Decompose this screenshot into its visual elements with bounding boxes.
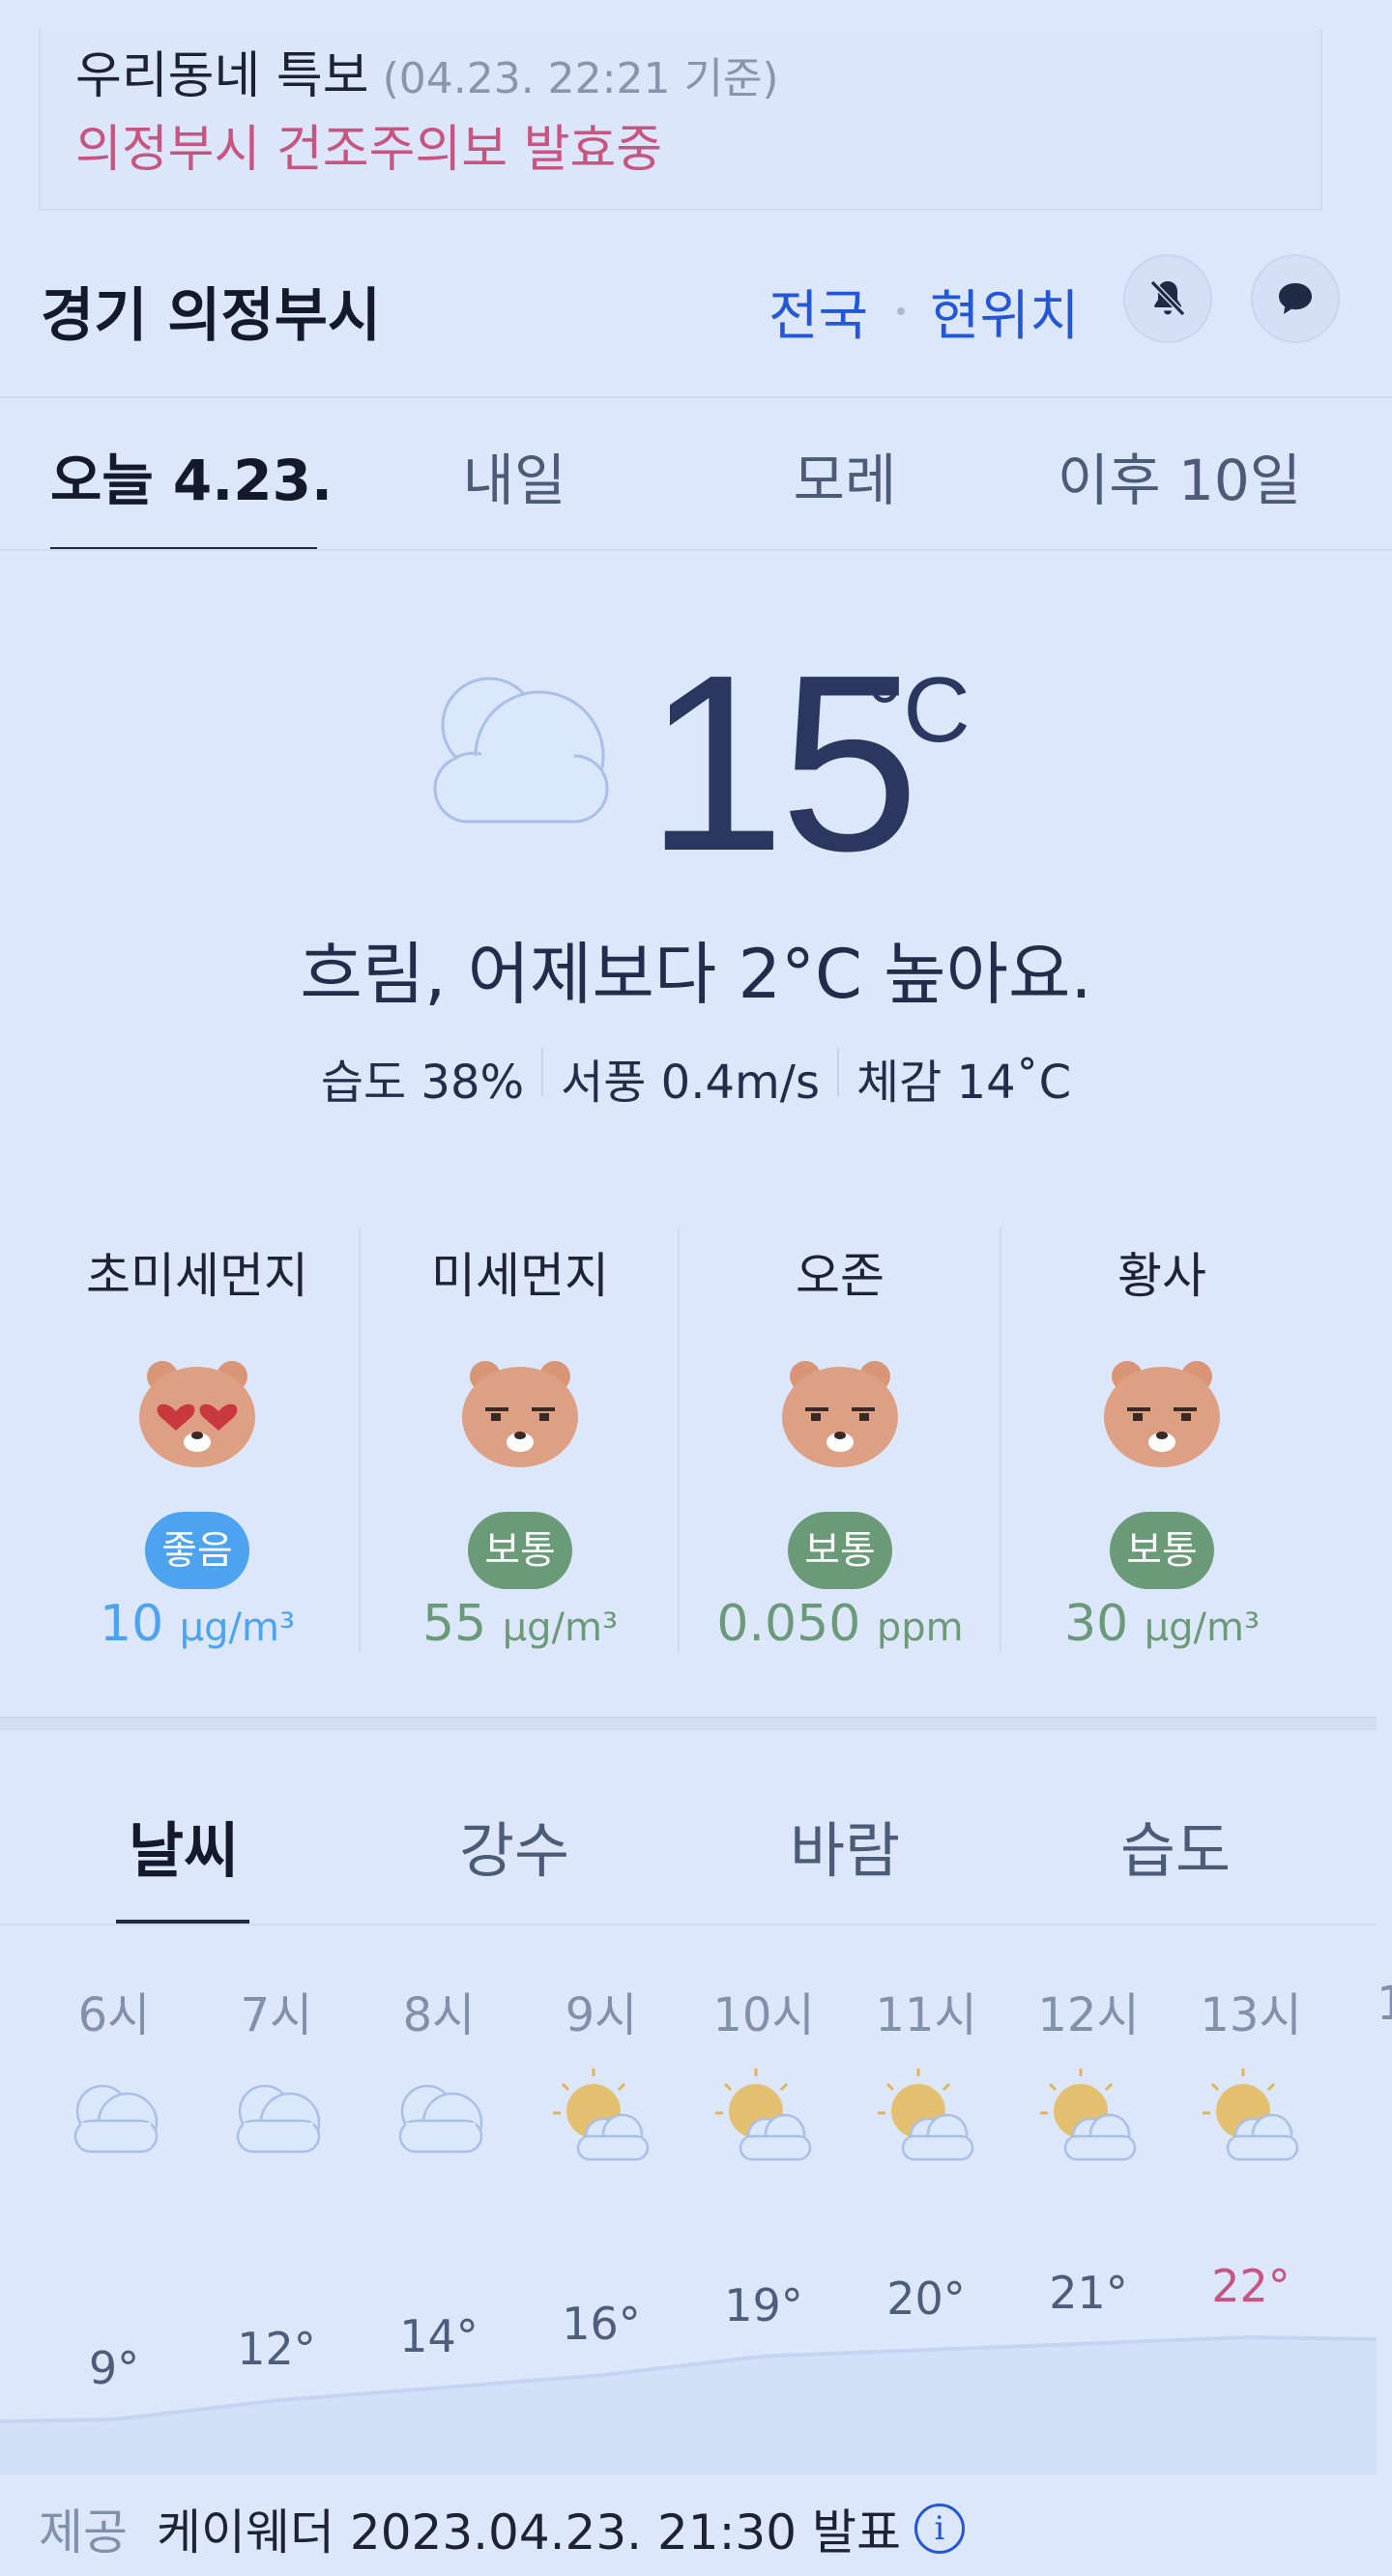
alert-text[interactable]: 의정부시 건조주의보 발효중 [75, 108, 662, 181]
cloud-icon [387, 2067, 491, 2163]
partly-sunny-icon [549, 2067, 653, 2163]
aq-unit: μg/m³ [179, 1606, 296, 1650]
temperature-graph [0, 2334, 1377, 2475]
aq-title: 미세먼지 [431, 1248, 609, 1304]
aq-value: 55 μg/m³ [360, 1595, 681, 1653]
heart-eyes-face-icon [139, 1361, 255, 1467]
tab-weather[interactable]: 날씨 [97, 1802, 271, 1889]
alarm-button[interactable] [1123, 254, 1212, 343]
cloud-icon [433, 677, 609, 824]
aq-value: 30 μg/m³ [1001, 1595, 1322, 1653]
bell-off-icon [1149, 279, 1186, 317]
hour-label: 9시 [565, 1988, 638, 2042]
footer: 제공 케이웨더 2023.04.23. 21:30 발표 i [39, 2494, 965, 2563]
tab-tomorrow[interactable]: 내일 [406, 435, 623, 516]
details-separator [836, 1048, 839, 1096]
aq-value: 10 μg/m³ [37, 1595, 358, 1653]
aq-number: 30 [1063, 1595, 1129, 1653]
location-title: 경기 의정부시 [41, 282, 382, 350]
air-quality-ozone[interactable]: 오존 보통 0.050 ppm [680, 1237, 1000, 1653]
aq-status-badge: 보통 [468, 1512, 572, 1589]
aq-unit: μg/m³ [502, 1606, 619, 1650]
aq-status-badge: 보통 [788, 1512, 892, 1589]
aq-status-badge: 보통 [1110, 1512, 1214, 1589]
tab-next-10-days[interactable]: 이후 10일 [1044, 435, 1315, 516]
tab-day-after-tomorrow[interactable]: 모레 [737, 435, 953, 516]
air-quality-ultrafine-dust[interactable]: 초미세먼지 좋음 10 μg/m³ [37, 1237, 358, 1653]
partly-sunny-icon [1199, 2067, 1303, 2163]
nav-separator-dot [897, 307, 905, 315]
weather-details: 습도 38% 서풍 0.4m/s 체감 14˚C [0, 1044, 1392, 1112]
cloud-icon [62, 2067, 166, 2163]
forecast-tabs-divider [0, 1924, 1377, 1925]
nationwide-link[interactable]: 전국 [768, 273, 868, 351]
hour-label: 11시 [875, 1988, 977, 2042]
chat-icon [1279, 283, 1312, 314]
partly-sunny-icon [874, 2067, 978, 2163]
feels-like-value: 체감 14˚C [856, 1056, 1072, 1110]
current-location-link[interactable]: 현위치 [930, 273, 1080, 351]
neutral-face-icon [462, 1361, 578, 1467]
temperature-area [0, 2337, 1377, 2475]
info-icon[interactable]: i [914, 2504, 965, 2554]
hour-label: 12시 [1037, 1988, 1140, 2042]
section-divider-band [0, 1717, 1377, 1730]
header-divider [0, 396, 1392, 398]
neutral-face-icon [1104, 1361, 1220, 1467]
day-tabs-divider [0, 549, 1392, 551]
hour-label: 6시 [77, 1988, 151, 2042]
neutral-face-icon [782, 1361, 898, 1467]
cloud-icon [224, 2067, 329, 2163]
alert-title-text: 우리동네 특보 [75, 47, 369, 105]
aq-status-badge: 좋음 [145, 1512, 249, 1589]
footer-source: 케이웨더 2023.04.23. 21:30 발표 [157, 2504, 901, 2561]
aq-number: 55 [421, 1595, 487, 1653]
alert-time: (04.23. 22:21 기준) [382, 54, 779, 103]
aq-title: 황사 [1117, 1248, 1206, 1304]
footer-label: 제공 [39, 2504, 128, 2561]
air-quality-fine-dust[interactable]: 미세먼지 보통 55 μg/m³ [360, 1237, 681, 1653]
hour-label: 7시 [240, 1988, 313, 2042]
tab-humidity[interactable]: 습도 [1088, 1802, 1262, 1889]
details-separator [541, 1048, 544, 1096]
hour-label: 8시 [402, 1988, 476, 2042]
aq-value: 0.050 ppm [680, 1595, 1000, 1653]
tab-precipitation[interactable]: 강수 [427, 1802, 601, 1889]
aq-title: 오존 [796, 1248, 884, 1304]
humidity-value: 습도 38% [320, 1056, 525, 1110]
alert-title: 우리동네 특보 (04.23. 22:21 기준) [75, 35, 779, 107]
partly-sunny-icon [711, 2067, 816, 2163]
aq-title: 초미세먼지 [86, 1248, 308, 1304]
hour-label-partial: 1 [1377, 1977, 1392, 2031]
weather-summary: 흐림, 어제보다 2°C 높아요. [300, 935, 1092, 1014]
partly-sunny-icon [1036, 2067, 1141, 2163]
tab-today[interactable]: 오늘 4.23. [50, 435, 333, 516]
hour-label: 13시 [1200, 1988, 1302, 2042]
chat-button[interactable] [1251, 254, 1340, 343]
air-quality-yellow-dust[interactable]: 황사 보통 30 μg/m³ [1001, 1237, 1322, 1653]
tab-wind[interactable]: 바람 [758, 1802, 932, 1889]
aq-number: 0.050 [716, 1595, 861, 1653]
temperature-unit: °C [866, 658, 971, 762]
hour-label: 10시 [712, 1988, 815, 2042]
aq-unit: μg/m³ [1144, 1606, 1261, 1650]
wind-value: 서풍 0.4m/s [561, 1056, 820, 1110]
aq-number: 10 [99, 1595, 164, 1653]
aq-unit: ppm [876, 1606, 964, 1650]
